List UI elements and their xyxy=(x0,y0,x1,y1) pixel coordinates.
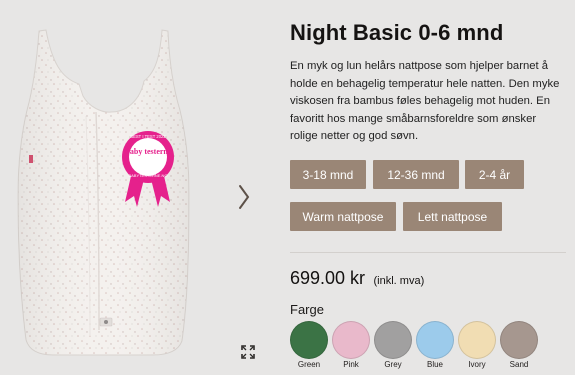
size-option-2-4[interactable]: 2-4 år xyxy=(465,160,524,189)
swatch-label-grey: Grey xyxy=(384,360,402,369)
color-label: Farge xyxy=(290,302,324,317)
swatch-label-green: Green xyxy=(297,360,321,369)
light-sleeping-bag-option[interactable]: Lett nattpose xyxy=(403,202,502,231)
product-details: Night Basic 0-6 mnd En myk og lun helårs… xyxy=(290,0,568,375)
color-swatch-grey[interactable] xyxy=(374,321,412,359)
color-swatch-sand[interactable] xyxy=(500,321,538,359)
swatch-label-ivory: Ivory xyxy=(468,360,486,369)
swatch-label-blue: Blue xyxy=(426,360,443,369)
product-gallery: BEST I TEST 2022 Baby testerne BABYTESTE… xyxy=(0,0,270,375)
expand-icon[interactable] xyxy=(241,345,255,359)
warm-sleeping-bag-option[interactable]: Warm nattpose xyxy=(290,202,396,231)
price-note: (inkl. mva) xyxy=(373,275,425,287)
badge-bottom-text: BABYTESTERNE.NO xyxy=(128,173,167,178)
badge-top-text: BEST I TEST 2022 xyxy=(130,134,166,139)
size-option-12-36[interactable]: 12-36 mnd xyxy=(373,160,459,189)
color-swatch-green[interactable] xyxy=(290,321,328,359)
product-description: En myk og lun helårs nattpose som hjelpe… xyxy=(290,60,560,142)
product-page: BEST I TEST 2022 Baby testerne BABYTESTE… xyxy=(0,0,575,375)
price: 699.00 kr xyxy=(290,268,366,288)
color-swatch-pink[interactable] xyxy=(332,321,370,359)
divider xyxy=(290,252,566,253)
swatch-label-sand: Sand xyxy=(509,360,529,369)
price-row: 699.00 kr (inkl. mva) xyxy=(290,268,424,289)
swatch-label-pink: Pink xyxy=(343,360,359,369)
color-swatch-ivory[interactable] xyxy=(458,321,496,359)
badge-brand: Baby testerne xyxy=(125,147,172,156)
color-swatch-blue[interactable] xyxy=(416,321,454,359)
product-title: Night Basic 0-6 mnd xyxy=(290,20,504,45)
chevron-right-icon[interactable] xyxy=(236,182,252,212)
size-option-3-18[interactable]: 3-18 mnd xyxy=(290,160,366,189)
sleeping-bag-image: BEST I TEST 2022 Baby testerne BABYTESTE… xyxy=(17,29,190,356)
